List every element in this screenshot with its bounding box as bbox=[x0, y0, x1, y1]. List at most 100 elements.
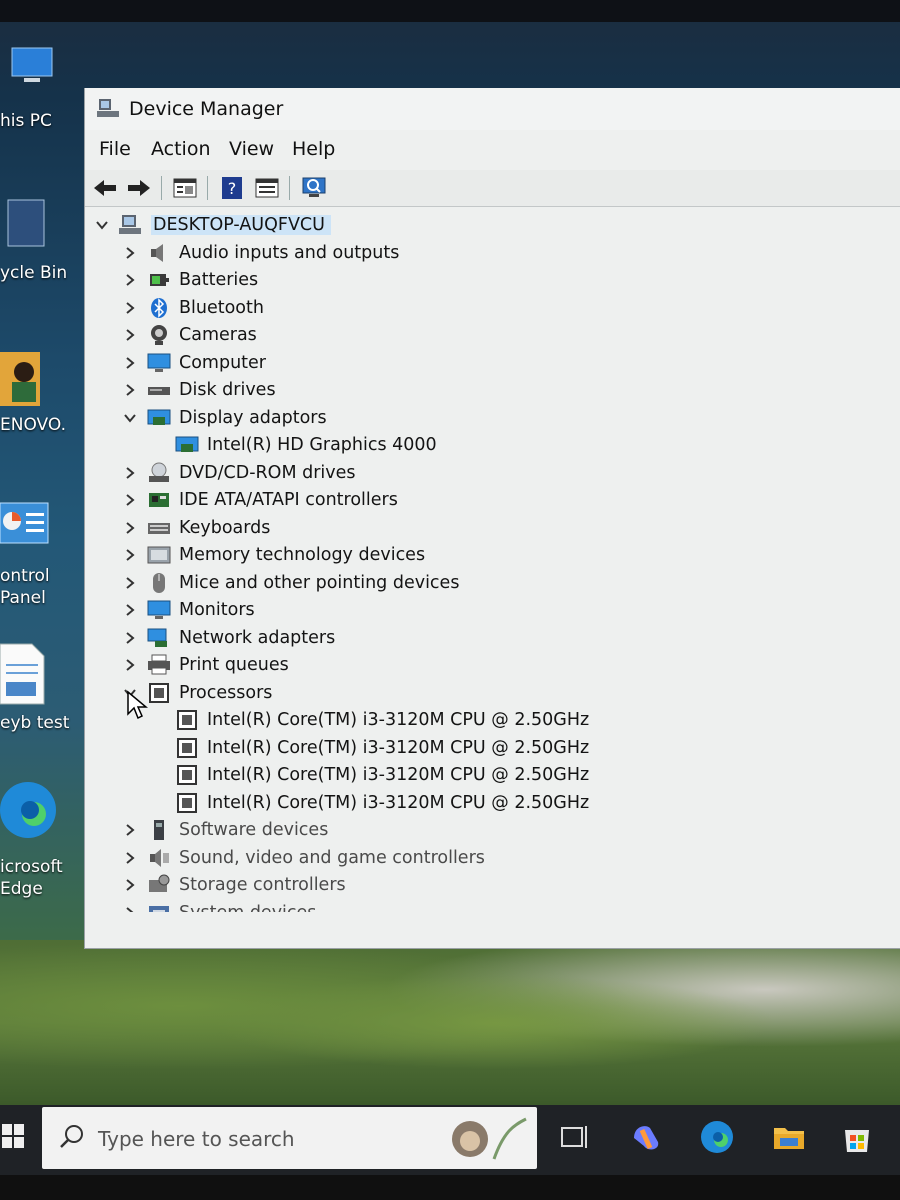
tree-category[interactable]: Computer bbox=[121, 350, 266, 376]
scan-hardware-button[interactable] bbox=[299, 176, 329, 200]
microsoft-store-icon[interactable] bbox=[838, 1118, 876, 1156]
chevron-right-icon[interactable] bbox=[121, 299, 139, 317]
chevron-right-icon[interactable] bbox=[121, 601, 139, 619]
taskbar-search-box[interactable]: Type here to search bbox=[42, 1107, 537, 1169]
menu-action[interactable]: Action bbox=[151, 138, 211, 160]
monitor-icon bbox=[147, 352, 171, 374]
desktop-icon-label: icrosoft Edge bbox=[0, 857, 63, 899]
search-icon bbox=[60, 1125, 83, 1148]
tree-item-label: Keyboards bbox=[179, 517, 271, 538]
tree-category[interactable]: Network adapters bbox=[121, 625, 335, 651]
view-button[interactable] bbox=[253, 176, 281, 200]
network-adapter-icon bbox=[147, 627, 171, 649]
tree-item-label: Cameras bbox=[179, 325, 257, 345]
control-panel-icon bbox=[0, 502, 49, 544]
chevron-right-icon[interactable] bbox=[121, 519, 139, 537]
help-icon: ? bbox=[222, 177, 242, 199]
tree-item-label: Intel(R) Core(TM) i3-3120M CPU @ 2.50GHz bbox=[207, 765, 590, 785]
chevron-right-icon[interactable] bbox=[121, 381, 139, 399]
tree-category[interactable]: System devices bbox=[121, 900, 316, 912]
windows-start-icon[interactable] bbox=[0, 1118, 26, 1154]
chevron-right-icon[interactable] bbox=[121, 849, 139, 867]
desktop-icon-control-panel[interactable]: ontrol Panel bbox=[0, 495, 78, 610]
device-manager-icon bbox=[97, 99, 119, 117]
desktop-icon-this-pc[interactable]: his PC bbox=[0, 40, 78, 135]
desktop-icon-microsoft-edge[interactable]: icrosoft Edge bbox=[0, 780, 78, 910]
tree-root-computer[interactable]: DESKTOP-AUQFVCU bbox=[93, 212, 331, 238]
chevron-right-icon[interactable] bbox=[121, 326, 139, 344]
device-tree: DESKTOP-AUQFVCU Audio inputs and outputs B… bbox=[85, 212, 900, 912]
tree-category[interactable]: Storage controllers bbox=[121, 872, 346, 898]
window-title: Device Manager bbox=[129, 98, 284, 120]
menu-view[interactable]: View bbox=[229, 138, 274, 160]
tree-category[interactable]: Keyboards bbox=[121, 515, 270, 541]
back-button[interactable] bbox=[91, 176, 119, 200]
tree-category[interactable]: Sound, video and game controllers bbox=[121, 845, 485, 871]
desktop-icon-recycle-bin[interactable]: ycle Bin bbox=[0, 190, 78, 300]
tree-category[interactable]: IDE ATA/ATAPI controllers bbox=[121, 487, 398, 513]
tree-item-label: Mice and other pointing devices bbox=[179, 572, 460, 593]
chevron-right-icon[interactable] bbox=[121, 574, 139, 592]
toolbar: ? bbox=[85, 170, 900, 207]
menu-help[interactable]: Help bbox=[292, 138, 335, 160]
chevron-right-icon[interactable] bbox=[121, 904, 139, 912]
title-bar[interactable]: Device Manager bbox=[85, 88, 900, 130]
desktop-icon-lenovo[interactable]: ENOVO. bbox=[0, 340, 78, 440]
tree-category[interactable]: Display adaptors bbox=[121, 405, 327, 431]
tree-category[interactable]: Audio inputs and outputs bbox=[121, 240, 399, 266]
tree-category[interactable]: Bluetooth bbox=[121, 295, 264, 321]
computer-icon bbox=[11, 47, 53, 82]
tree-item-label: Storage controllers bbox=[179, 875, 346, 895]
chevron-right-icon[interactable] bbox=[121, 354, 139, 372]
chevron-right-icon[interactable] bbox=[121, 629, 139, 647]
tree-item-label: Computer bbox=[179, 352, 266, 373]
tree-device[interactable]: Intel(R) Core(TM) i3-3120M CPU @ 2.50GHz bbox=[175, 762, 589, 788]
chevron-down-icon[interactable] bbox=[93, 216, 111, 234]
properties-icon bbox=[173, 178, 197, 198]
forward-button[interactable] bbox=[125, 176, 153, 200]
view-list-icon bbox=[255, 178, 279, 198]
tree-category[interactable]: Batteries bbox=[121, 267, 258, 293]
desktop-icon-keyb-test[interactable]: eyb test bbox=[0, 640, 78, 740]
copilot-icon[interactable] bbox=[628, 1118, 666, 1156]
tree-category[interactable]: Monitors bbox=[121, 597, 255, 623]
ide-controller-icon bbox=[147, 489, 171, 511]
edge-icon[interactable] bbox=[698, 1118, 736, 1156]
chevron-right-icon[interactable] bbox=[121, 656, 139, 674]
tree-device[interactable]: Intel(R) HD Graphics 4000 bbox=[175, 432, 437, 458]
camera-icon bbox=[147, 324, 171, 346]
disk-drive-icon bbox=[147, 379, 171, 401]
keyboard-icon bbox=[147, 517, 171, 539]
tree-category[interactable]: Print queues bbox=[121, 652, 289, 678]
scan-hardware-icon bbox=[302, 177, 326, 197]
tree-category[interactable]: Disk drives bbox=[121, 377, 276, 403]
menu-file[interactable]: File bbox=[99, 138, 131, 160]
help-button[interactable]: ? bbox=[219, 176, 245, 200]
tree-category[interactable]: DVD/CD-ROM drives bbox=[121, 460, 356, 486]
tree-item-label: Intel(R) HD Graphics 4000 bbox=[207, 435, 437, 455]
task-view-icon[interactable] bbox=[556, 1118, 594, 1156]
chevron-right-icon[interactable] bbox=[121, 491, 139, 509]
tree-category[interactable]: Mice and other pointing devices bbox=[121, 570, 459, 596]
tree-category[interactable]: Memory technology devices bbox=[121, 542, 425, 568]
tree-device[interactable]: Intel(R) Core(TM) i3-3120M CPU @ 2.50GHz bbox=[175, 735, 589, 761]
tree-category[interactable]: Cameras bbox=[121, 322, 257, 348]
properties-button[interactable] bbox=[171, 176, 199, 200]
bluetooth-icon bbox=[147, 297, 171, 319]
arrow-right-icon bbox=[128, 180, 150, 196]
chevron-right-icon[interactable] bbox=[121, 271, 139, 289]
chevron-right-icon[interactable] bbox=[121, 244, 139, 262]
chevron-right-icon[interactable] bbox=[121, 464, 139, 482]
chevron-right-icon[interactable] bbox=[121, 821, 139, 839]
tree-category[interactable]: Software devices bbox=[121, 817, 328, 843]
tree-item-label: Print queues bbox=[179, 655, 289, 675]
tree-device[interactable]: Intel(R) Core(TM) i3-3120M CPU @ 2.50GHz bbox=[175, 790, 589, 816]
chevron-down-icon[interactable] bbox=[121, 409, 139, 427]
arrow-left-icon bbox=[94, 180, 116, 196]
tree-device[interactable]: Intel(R) Core(TM) i3-3120M CPU @ 2.50GHz bbox=[175, 707, 589, 733]
recycle-bin-icon bbox=[7, 199, 45, 247]
file-explorer-icon[interactable] bbox=[770, 1118, 808, 1156]
chevron-right-icon[interactable] bbox=[121, 876, 139, 894]
tree-item-label: Intel(R) Core(TM) i3-3120M CPU @ 2.50GHz bbox=[207, 737, 590, 758]
chevron-right-icon[interactable] bbox=[121, 546, 139, 564]
